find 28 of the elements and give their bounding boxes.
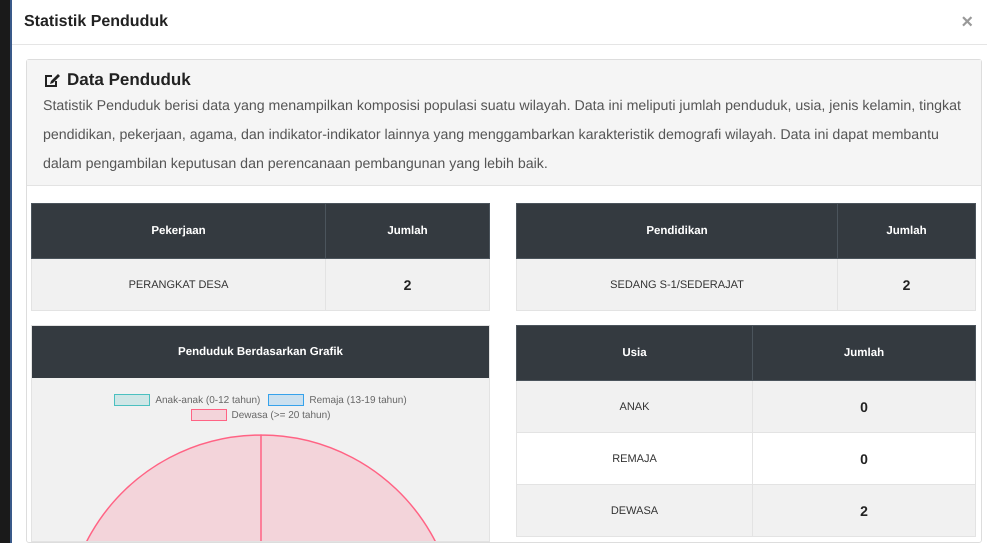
legend-swatch (114, 394, 150, 406)
table-cell: PERANGKAT DESA (32, 258, 326, 310)
table-cell: 2 (752, 484, 976, 536)
legend-label: Dewasa (>= 20 tahun) (232, 410, 330, 420)
table-cell: 2 (326, 258, 490, 310)
chart-title: Penduduk Berdasarkan Grafik (178, 346, 343, 358)
column-header: Usia (516, 326, 752, 380)
column-header: Pekerjaan (32, 204, 326, 258)
intro-title: Data Penduduk (67, 70, 191, 90)
legend-swatch (190, 409, 227, 421)
column-header: Jumlah (326, 204, 490, 258)
table-cell: REMAJA (516, 432, 752, 484)
table-cell: ANAK (516, 380, 752, 432)
intro-text: Statistik Penduduk berisi data yang menampilkan komposisi populasi suatu wilayah. Data ini meliputi jumlah penduduk, usia, jenis kelamin, tingkat pendidikan, pekerjaan, agama, dan indikator-indikator lainnya yang menggambarkan karakteristik demografi wilayah. Data ini dapat membantu dalam pengambilan keputusan dan perencanaan pembangunan yang lebih baik. (43, 97, 962, 174)
close-button[interactable]: × (957, 10, 977, 34)
column-header: Jumlah (838, 204, 976, 258)
legend-label: Anak-anak (0-12 tahun) (155, 394, 260, 406)
table-cell: 0 (752, 380, 976, 432)
legend-swatch (268, 394, 304, 406)
legend-label: Remaja (13-19 tahun) (309, 394, 407, 406)
table-cell: DEWASA (516, 484, 752, 536)
column-header: Jumlah (752, 326, 976, 380)
edit-icon (43, 72, 61, 88)
column-header: Pendidikan (516, 204, 838, 258)
table-cell: SEDANG S-1/SEDERAJAT (516, 258, 838, 310)
table-cell: 2 (838, 258, 976, 310)
modal-title: Statistik Penduduk (24, 13, 168, 31)
table-cell: 0 (752, 432, 976, 484)
